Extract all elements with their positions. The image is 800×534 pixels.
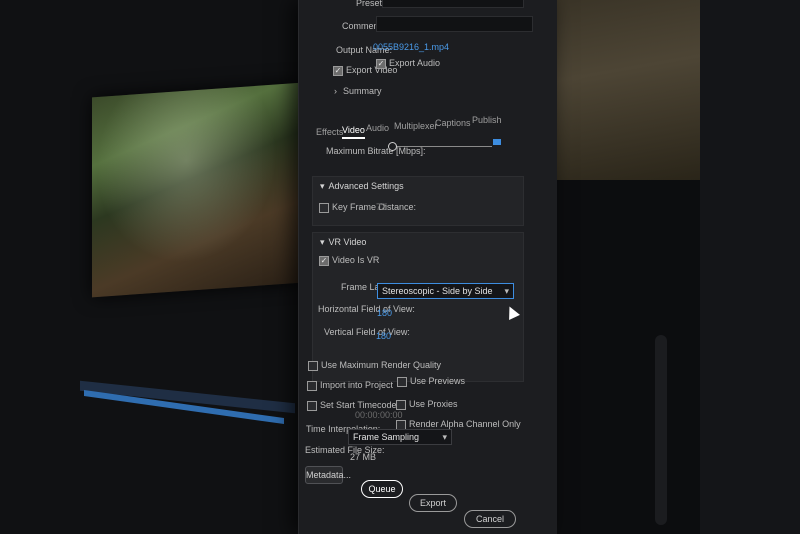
preset-field[interactable] xyxy=(382,0,524,8)
set-start-timecode-label: Set Start Timecode xyxy=(320,400,397,410)
hfov-value[interactable]: 180 xyxy=(377,308,392,318)
key-frame-label: Key Frame Distance: xyxy=(332,202,417,212)
video-is-vr-label: Video Is VR xyxy=(332,255,380,265)
queue-button[interactable]: Queue xyxy=(361,480,403,498)
bitrate-slider-knob[interactable] xyxy=(388,142,397,151)
tab-multiplexer[interactable]: Multiplexer xyxy=(394,121,438,131)
use-previews-checkbox[interactable]: Use Previews xyxy=(397,376,465,387)
hfov-label: Horizontal Field of View: xyxy=(318,304,415,314)
vfov-label: Vertical Field of View: xyxy=(324,327,410,337)
time-interp-value: Frame Sampling xyxy=(353,432,420,442)
checkbox-box[interactable] xyxy=(308,360,318,371)
chevron-right-icon: › xyxy=(334,86,337,96)
video-is-vr-checkbox[interactable]: Video Is VR xyxy=(319,255,379,266)
tab-publish[interactable]: Publish xyxy=(472,115,502,125)
frame-layout-select[interactable]: Stereoscopic - Side by Side ▾ xyxy=(377,283,514,299)
metadata-button[interactable]: Metadata... xyxy=(305,466,351,484)
checkbox-box[interactable] xyxy=(319,202,329,213)
program-preview-frame xyxy=(550,0,700,180)
preset-label: Preset: xyxy=(356,0,385,8)
frame-layout-value: Stereoscopic - Side by Side xyxy=(382,286,493,296)
use-previews-label: Use Previews xyxy=(410,376,466,386)
use-proxies-label: Use Proxies xyxy=(409,399,458,409)
export-button[interactable]: Export xyxy=(409,494,457,512)
render-alpha-label: Render Alpha Channel Only xyxy=(409,419,521,429)
tab-captions[interactable]: Captions xyxy=(435,118,471,128)
checkbox-box[interactable] xyxy=(307,400,317,411)
export-audio-checkbox[interactable]: Export Audio xyxy=(376,58,440,69)
import-into-project-label: Import into Project xyxy=(320,380,394,390)
bitrate-value-field[interactable] xyxy=(493,139,501,145)
vfov-value[interactable]: 180 xyxy=(376,331,391,341)
checkbox-box[interactable] xyxy=(307,380,317,391)
est-file-size-value: 27 MB xyxy=(350,452,377,462)
checkbox-box[interactable] xyxy=(376,58,386,69)
vr-video-label: VR Video xyxy=(328,237,367,247)
key-frame-checkbox[interactable]: Key Frame Distance: xyxy=(319,202,416,213)
right-side-panel xyxy=(700,0,800,534)
checkbox-box[interactable] xyxy=(319,255,329,266)
advanced-settings-header[interactable]: ▾ Advanced Settings xyxy=(320,181,404,192)
export-audio-label: Export Audio xyxy=(389,58,441,68)
import-into-project-checkbox[interactable]: Import into Project xyxy=(307,380,393,391)
use-max-render-label: Use Maximum Render Quality xyxy=(321,360,442,370)
key-frame-value[interactable]: 72 xyxy=(376,202,386,212)
output-name-link[interactable]: 0055B9216_1.mp4 xyxy=(373,42,449,52)
time-interp-select[interactable]: Frame Sampling ▾ xyxy=(348,429,452,445)
use-max-render-checkbox[interactable]: Use Maximum Render Quality xyxy=(308,360,441,371)
chevron-down-icon: ▾ xyxy=(320,181,325,191)
advanced-settings-label: Advanced Settings xyxy=(328,181,404,191)
vr-video-header[interactable]: ▾ VR Video xyxy=(320,237,366,248)
cancel-button[interactable]: Cancel xyxy=(464,510,516,528)
checkbox-box[interactable] xyxy=(397,376,407,387)
bitrate-slider-track[interactable] xyxy=(392,146,492,147)
tab-video[interactable]: Video xyxy=(342,125,365,139)
use-proxies-checkbox[interactable]: Use Proxies xyxy=(396,399,458,410)
summary-label: Summary xyxy=(343,86,382,96)
checkbox-box[interactable] xyxy=(333,65,343,76)
video-preview-frame xyxy=(92,82,302,298)
tab-effects[interactable]: Effects xyxy=(316,127,343,137)
chevron-down-icon: ▾ xyxy=(504,286,509,296)
comments-field[interactable] xyxy=(376,16,533,32)
chevron-down-icon: ▾ xyxy=(442,432,447,442)
chevron-down-icon: ▾ xyxy=(320,237,325,247)
tab-audio[interactable]: Audio xyxy=(366,123,389,133)
max-bitrate-label: Maximum Bitrate [Mbps]: xyxy=(326,146,426,156)
summary-toggle[interactable]: › Summary xyxy=(334,86,382,96)
audio-meter xyxy=(655,335,667,525)
checkbox-box[interactable] xyxy=(396,399,406,410)
